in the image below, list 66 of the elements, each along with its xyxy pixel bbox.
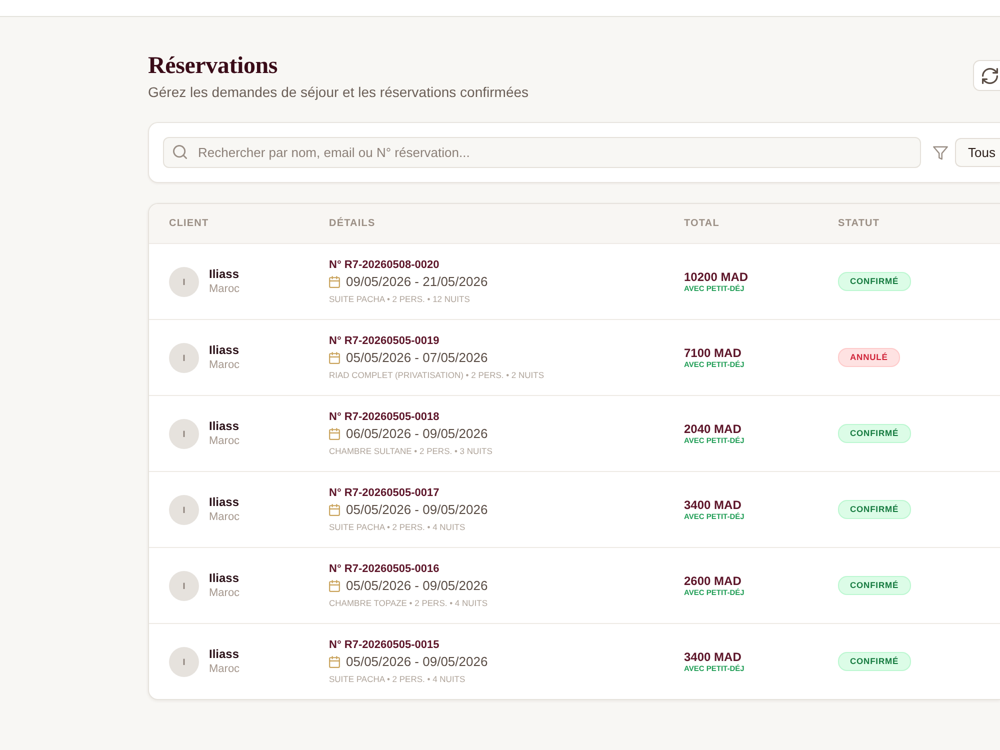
stay-summary: SUITE PACHA • 2 PERS. • 4 NUITS bbox=[329, 673, 466, 685]
booking-reference: N° R7-20260505-0018 bbox=[329, 410, 440, 424]
stay-dates: 09/05/2026 - 21/05/2026 bbox=[346, 274, 488, 290]
stay-dates: 05/05/2026 - 07/05/2026 bbox=[346, 350, 488, 366]
search-icon bbox=[173, 145, 187, 159]
page-title: Réservations bbox=[148, 52, 279, 80]
client-country: Maroc bbox=[209, 510, 240, 524]
client-name: Iliass bbox=[209, 266, 240, 282]
stay-dates: 06/05/2026 - 09/05/2026 bbox=[346, 426, 488, 442]
calendar-icon bbox=[329, 428, 340, 440]
status-badge: CONFIRMÉ bbox=[838, 424, 911, 443]
client-name: Iliass bbox=[209, 418, 240, 434]
client-name: Iliass bbox=[209, 494, 240, 510]
avatar: I bbox=[169, 418, 199, 448]
booking-reference: N° R7-20260505-0016 bbox=[329, 562, 440, 576]
total-price: 7100 MAD bbox=[684, 346, 742, 360]
avatar: I bbox=[169, 494, 199, 524]
client-country: Maroc bbox=[209, 662, 240, 676]
client-country: Maroc bbox=[209, 358, 240, 372]
client-country: Maroc bbox=[209, 434, 240, 448]
status-badge: CONFIRMÉ bbox=[838, 576, 911, 595]
stay-dates: 05/05/2026 - 09/05/2026 bbox=[346, 654, 488, 670]
stay-summary: CHAMBRE TOPAZE • 2 PERS. • 4 NUITS bbox=[329, 597, 488, 609]
column-header: DÉTAILS bbox=[329, 218, 376, 229]
status-filter[interactable]: Tous bbox=[955, 138, 1000, 167]
stay-summary: CHAMBRE SULTANE • 2 PERS. • 3 NUITS bbox=[329, 445, 492, 457]
column-header: TOTAL bbox=[684, 218, 720, 229]
status-badge: CONFIRMÉ bbox=[838, 272, 911, 291]
status-badge: CONFIRMÉ bbox=[838, 500, 911, 519]
stay-summary: RIAD COMPLET (PRIVATISATION) • 2 PERS. • 2 NUITS bbox=[329, 369, 544, 381]
page-subtitle: Gérez les demandes de séjour et les réservations confirmées bbox=[148, 83, 529, 101]
avatar: I bbox=[169, 646, 199, 676]
avatar: I bbox=[169, 266, 199, 296]
stay-summary: SUITE PACHA • 2 PERS. • 4 NUITS bbox=[329, 521, 466, 533]
calendar-icon bbox=[329, 276, 340, 288]
total-price: 2600 MAD bbox=[684, 574, 742, 588]
avatar: I bbox=[169, 342, 199, 372]
client-country: Maroc bbox=[209, 282, 240, 296]
stay-dates: 05/05/2026 - 09/05/2026 bbox=[346, 578, 488, 594]
column-header: STATUT bbox=[838, 218, 881, 229]
stay-dates: 05/05/2026 - 09/05/2026 bbox=[346, 502, 488, 518]
booking-reference: N° R7-20260505-0017 bbox=[329, 486, 440, 500]
client-name: Iliass bbox=[209, 342, 240, 358]
client-country: Maroc bbox=[209, 586, 240, 600]
total-price: 2040 MAD bbox=[684, 422, 742, 436]
filter-icon bbox=[933, 146, 948, 160]
calendar-icon bbox=[329, 504, 340, 516]
refresh-icon bbox=[982, 68, 998, 84]
calendar-icon bbox=[329, 580, 340, 592]
booking-reference: N° R7-20260505-0019 bbox=[329, 334, 440, 348]
avatar: I bbox=[169, 570, 199, 600]
total-price: 3400 MAD bbox=[684, 650, 742, 664]
client-name: Iliass bbox=[209, 570, 240, 586]
client-name: Iliass bbox=[209, 646, 240, 662]
search-field[interactable]: Rechercher par nom, email ou N° réservation... bbox=[163, 137, 921, 168]
booking-reference: N° R7-20260508-0020 bbox=[329, 258, 440, 272]
calendar-icon bbox=[329, 656, 340, 668]
status-badge: CONFIRMÉ bbox=[838, 652, 911, 671]
refresh-button[interactable] bbox=[973, 60, 1000, 91]
total-price: 3400 MAD bbox=[684, 498, 742, 512]
stay-summary: SUITE PACHA • 2 PERS. • 12 NUITS bbox=[329, 293, 470, 305]
total-price: 10200 MAD bbox=[684, 270, 748, 284]
column-header: CLIENT bbox=[169, 218, 210, 229]
status-badge: ANNULÉ bbox=[838, 348, 900, 367]
calendar-icon bbox=[329, 352, 340, 364]
booking-reference: N° R7-20260505-0015 bbox=[329, 638, 440, 652]
